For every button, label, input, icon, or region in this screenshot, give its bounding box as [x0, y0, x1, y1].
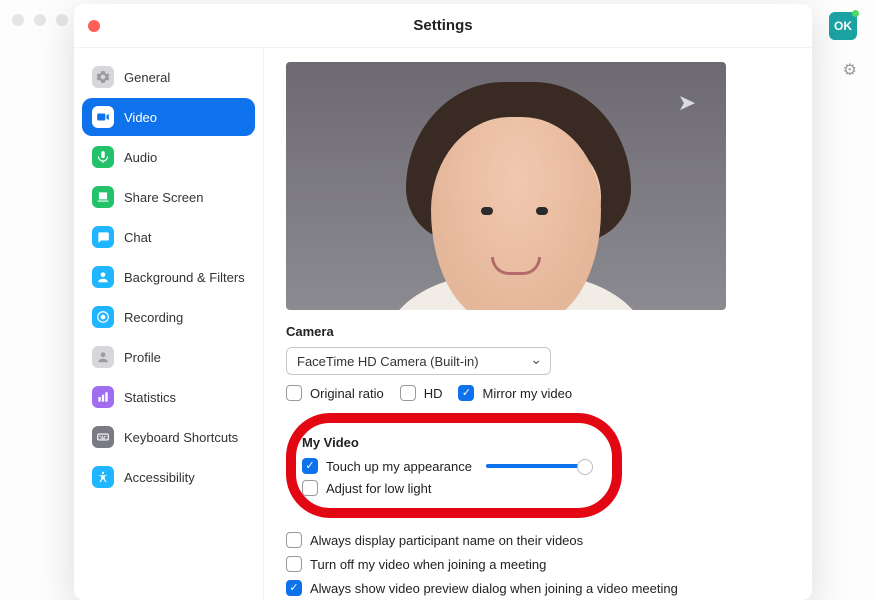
recording-icon — [92, 306, 114, 328]
video-preview: ➤ — [286, 62, 726, 310]
sidebar-item-label: Keyboard Shortcuts — [124, 430, 238, 445]
sidebar-item-share-screen[interactable]: Share Screen — [82, 178, 255, 216]
parent-window-traffic-lights — [12, 14, 68, 26]
profile-icon — [92, 346, 114, 368]
sidebar-item-label: General — [124, 70, 170, 85]
share-icon — [92, 186, 114, 208]
touch-up-checkbox[interactable]: Touch up my appearance — [302, 458, 594, 474]
mirror-video-checkbox[interactable]: Mirror my video — [458, 385, 572, 401]
gear-icon — [92, 66, 114, 88]
sidebar-item-video[interactable]: Video — [82, 98, 255, 136]
checkbox-label: Original ratio — [310, 386, 384, 401]
sidebar-item-label: Share Screen — [124, 190, 204, 205]
checkbox-box — [286, 580, 302, 596]
checkbox-label: Always display participant name on their… — [310, 533, 583, 548]
checkbox-label: Always show video preview dialog when jo… — [310, 581, 678, 596]
show-preview-checkbox[interactable]: Always show video preview dialog when jo… — [286, 580, 790, 596]
sidebar-item-general[interactable]: General — [82, 58, 255, 96]
sidebar-item-statistics[interactable]: Statistics — [82, 378, 255, 416]
checkbox-box — [400, 385, 416, 401]
checkbox-box — [302, 458, 318, 474]
sidebar-item-label: Chat — [124, 230, 151, 245]
checkbox-box — [458, 385, 474, 401]
video-settings-content: ➤ Camera FaceTime HD Camera (Built-in) O… — [264, 48, 812, 600]
checkbox-box — [286, 556, 302, 572]
stats-icon — [92, 386, 114, 408]
turn-off-video-checkbox[interactable]: Turn off my video when joining a meeting — [286, 556, 790, 572]
panel-title: Settings — [413, 17, 472, 34]
my-video-section-label: My Video — [302, 435, 594, 450]
sidebar-item-label: Accessibility — [124, 470, 195, 485]
panel-header: Settings — [74, 4, 812, 48]
camera-select-value: FaceTime HD Camera (Built-in) — [297, 354, 479, 369]
a11y-icon — [92, 466, 114, 488]
checkbox-label: HD — [424, 386, 443, 401]
close-icon[interactable] — [88, 20, 100, 32]
checkbox-box — [302, 480, 318, 496]
sidebar-item-label: Audio — [124, 150, 157, 165]
checkbox-box — [286, 532, 302, 548]
checkbox-label: Adjust for low light — [326, 481, 432, 496]
arrow-icon: ➤ — [678, 90, 696, 116]
gear-icon[interactable]: ⚙ — [843, 60, 857, 80]
sidebar-item-recording[interactable]: Recording — [82, 298, 255, 336]
camera-select[interactable]: FaceTime HD Camera (Built-in) — [286, 347, 551, 375]
audio-icon — [92, 146, 114, 168]
avatar[interactable]: OK — [829, 12, 857, 40]
camera-section-label: Camera — [286, 324, 790, 339]
sidebar-item-profile[interactable]: Profile — [82, 338, 255, 376]
sidebar-item-label: Video — [124, 110, 157, 125]
sidebar-item-label: Recording — [124, 310, 183, 325]
my-video-highlight: My Video Touch up my appearance Adjust f… — [286, 413, 622, 518]
original-ratio-checkbox[interactable]: Original ratio — [286, 385, 384, 401]
bgfilters-icon — [92, 266, 114, 288]
sidebar-item-label: Statistics — [124, 390, 176, 405]
sidebar-item-chat[interactable]: Chat — [82, 218, 255, 256]
sidebar-item-label: Profile — [124, 350, 161, 365]
sidebar-item-label: Background & Filters — [124, 270, 245, 285]
chat-icon — [92, 226, 114, 248]
sidebar-item-audio[interactable]: Audio — [82, 138, 255, 176]
settings-panel: Settings General Video Audio Share Screen Ch… — [74, 4, 812, 600]
sidebar-item-accessibility[interactable]: Accessibility — [82, 458, 255, 496]
checkbox-label: Touch up my appearance — [326, 459, 472, 474]
keyboard-icon — [92, 426, 114, 448]
touch-up-slider[interactable] — [486, 464, 586, 468]
sidebar-item-keyboard-shortcuts[interactable]: Keyboard Shortcuts — [82, 418, 255, 456]
settings-sidebar: General Video Audio Share Screen Chat Backgro… — [74, 48, 264, 600]
low-light-checkbox[interactable]: Adjust for low light — [302, 480, 594, 496]
display-name-checkbox[interactable]: Always display participant name on their… — [286, 532, 790, 548]
checkbox-label: Mirror my video — [482, 386, 572, 401]
checkbox-box — [286, 385, 302, 401]
video-icon — [92, 106, 114, 128]
hd-checkbox[interactable]: HD — [400, 385, 443, 401]
checkbox-label: Turn off my video when joining a meeting — [310, 557, 546, 572]
sidebar-item-background-filters[interactable]: Background & Filters — [82, 258, 255, 296]
